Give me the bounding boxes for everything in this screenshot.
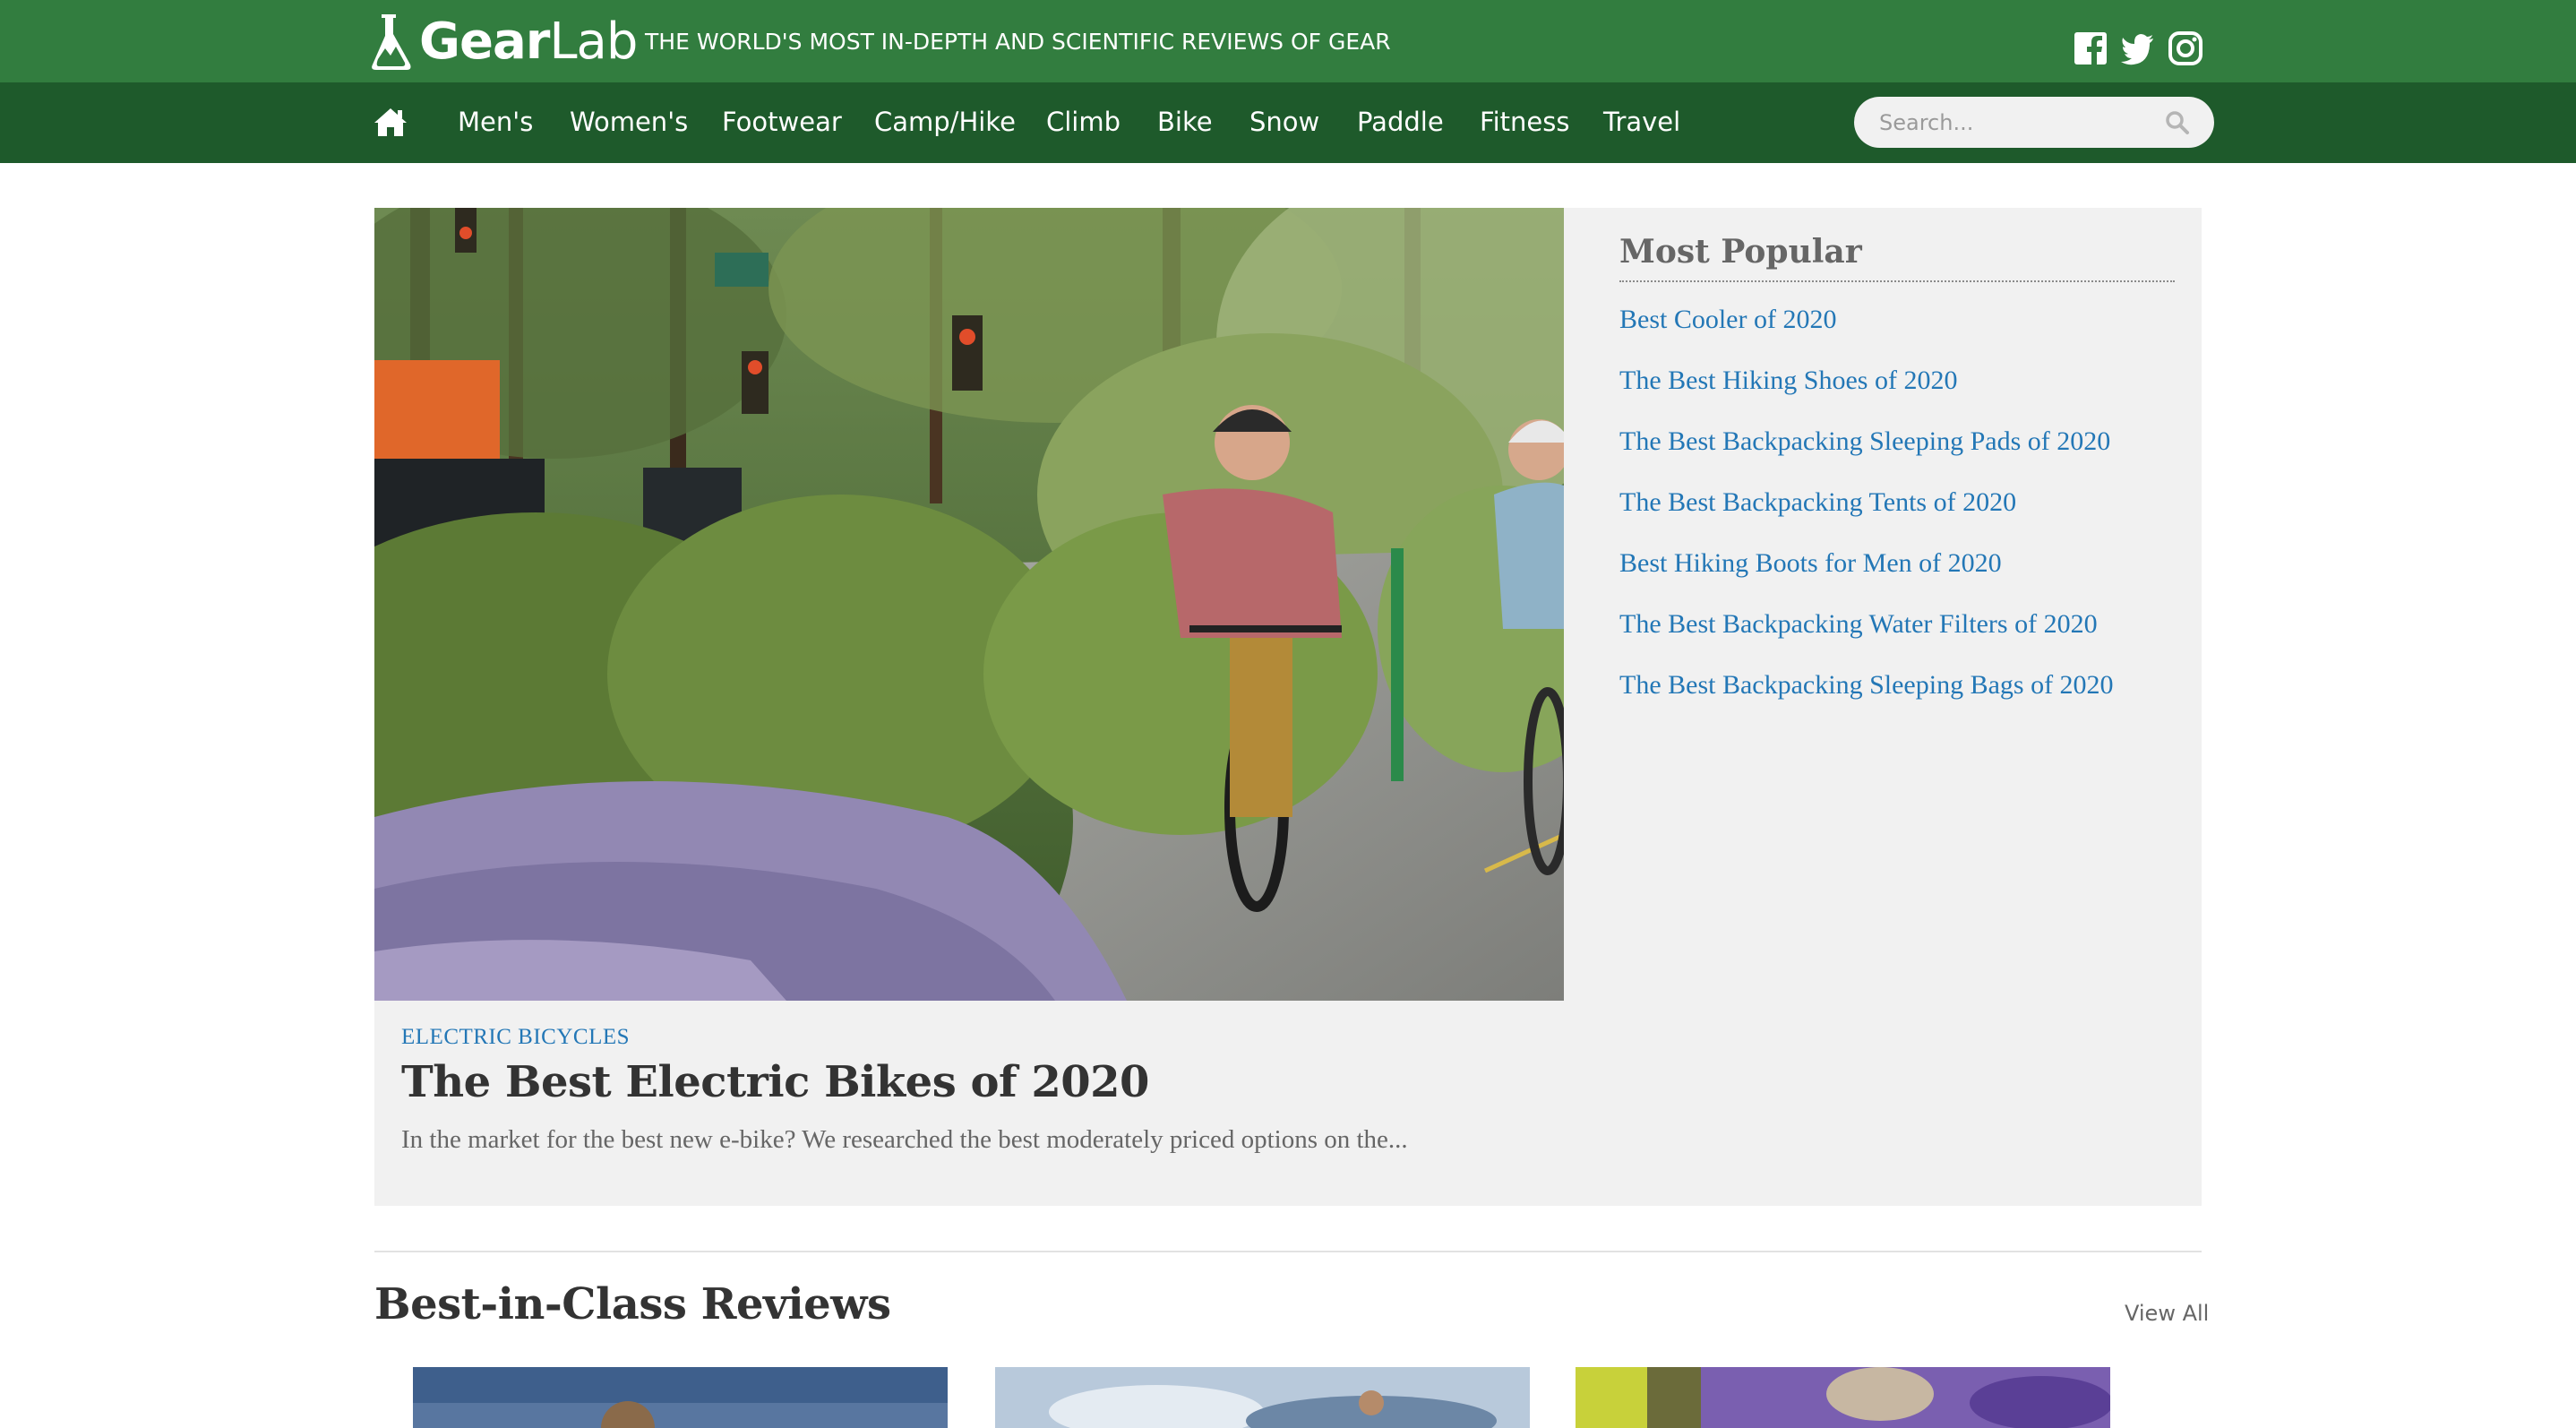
most-popular-heading: Most Popular — [1619, 233, 1862, 271]
nav-item-bike[interactable]: Bike — [1157, 106, 1213, 138]
home-icon[interactable] — [373, 104, 408, 140]
twitter-icon[interactable] — [2119, 30, 2155, 66]
popular-link[interactable]: The Best Hiking Shoes of 2020 — [1619, 366, 1957, 396]
nav-item-climb[interactable]: Climb — [1046, 106, 1121, 138]
featured-category[interactable]: ELECTRIC BICYCLES — [401, 1025, 630, 1050]
popular-link[interactable]: Best Hiking Boots for Men of 2020 — [1619, 548, 2002, 579]
logo-wordmark: GearLab — [419, 11, 638, 73]
view-all-link[interactable]: View All — [2125, 1301, 2209, 1326]
flask-logo-icon — [372, 14, 411, 70]
review-thumbnail[interactable] — [995, 1367, 1530, 1428]
featured-title[interactable]: The Best Electric Bikes of 2020 — [401, 1057, 1149, 1107]
site-tagline: THE WORLD'S MOST IN-DEPTH AND SCIENTIFIC… — [645, 29, 1391, 55]
review-thumbnail[interactable] — [413, 1367, 948, 1428]
nav-item-footwear[interactable]: Footwear — [722, 106, 842, 138]
instagram-icon[interactable] — [2168, 30, 2203, 66]
nav-item-fitness[interactable]: Fitness — [1480, 106, 1569, 138]
section-divider — [374, 1251, 2202, 1252]
nav-item-womens[interactable]: Women's — [570, 106, 688, 138]
gearlab-logo[interactable]: GearLab — [365, 11, 638, 73]
nav-item-snow[interactable]: Snow — [1249, 106, 1319, 138]
nav-item-travel[interactable]: Travel — [1603, 106, 1680, 138]
popular-link[interactable]: The Best Backpacking Tents of 2020 — [1619, 487, 2016, 518]
most-popular-divider — [1619, 280, 2175, 282]
search-input[interactable] — [1879, 97, 2148, 148]
logo-lab: Lab — [549, 13, 638, 71]
review-thumbnail[interactable] — [1576, 1367, 2110, 1428]
popular-link[interactable]: The Best Backpacking Water Filters of 20… — [1619, 609, 2098, 640]
nav-item-mens[interactable]: Men's — [458, 106, 533, 138]
popular-link[interactable]: Best Cooler of 2020 — [1619, 305, 1836, 335]
search-icon[interactable] — [2164, 109, 2191, 136]
popular-link[interactable]: The Best Backpacking Sleeping Bags of 20… — [1619, 670, 2114, 701]
nav-item-camp-hike[interactable]: Camp/Hike — [874, 106, 1016, 138]
logo-gear: Gear — [419, 13, 550, 71]
best-in-class-heading: Best-in-Class Reviews — [374, 1279, 891, 1329]
search-box — [1854, 97, 2214, 148]
facebook-icon[interactable] — [2073, 30, 2108, 66]
nav-item-paddle[interactable]: Paddle — [1357, 106, 1444, 138]
featured-hero-image[interactable] — [374, 208, 1564, 1001]
site-header: GearLab THE WORLD'S MOST IN-DEPTH AND SC… — [0, 0, 2576, 82]
featured-description: In the market for the best new e-bike? W… — [401, 1125, 1408, 1154]
popular-link[interactable]: The Best Backpacking Sleeping Pads of 20… — [1619, 426, 2110, 457]
